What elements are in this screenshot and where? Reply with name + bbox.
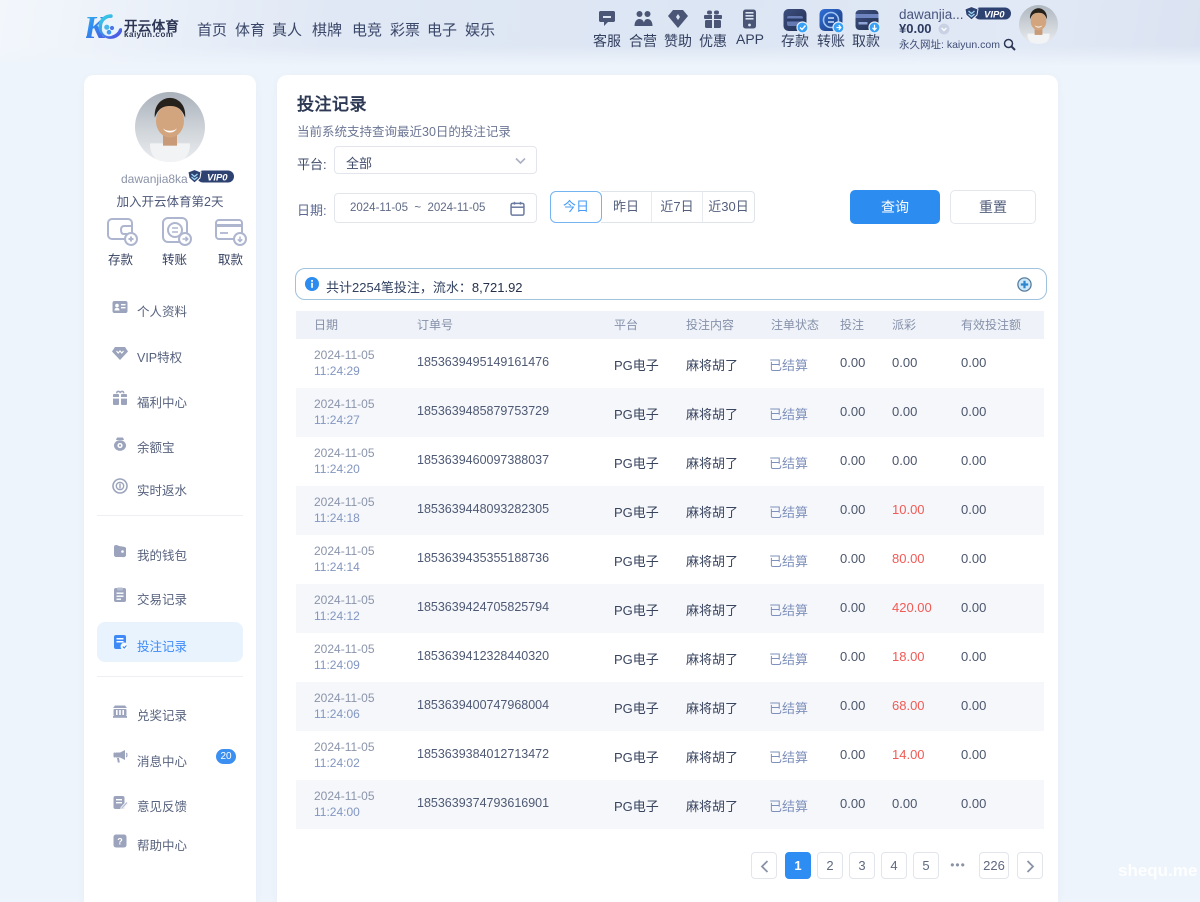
svg-text:?: ?: [117, 837, 123, 847]
svg-text:VIP0: VIP0: [984, 10, 1005, 21]
svg-text:VIP0: VIP0: [207, 173, 228, 184]
